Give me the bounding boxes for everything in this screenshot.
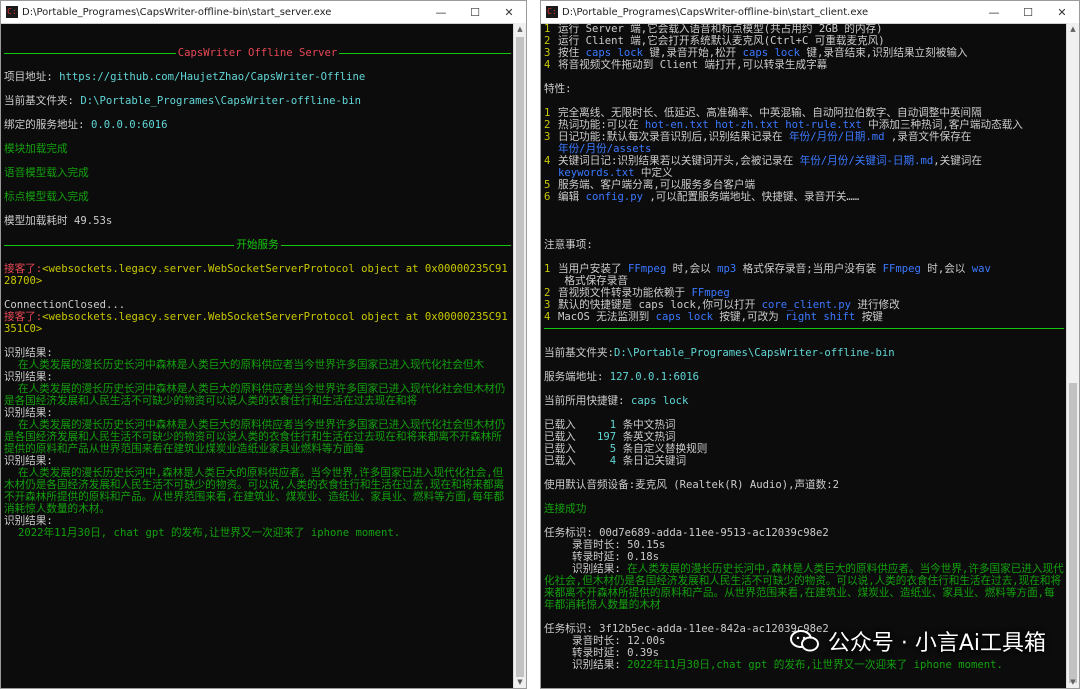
features-heading: 特性: [544,83,572,95]
result-label: 识别结果: [4,515,53,527]
maximize-button[interactable]: ☐ [458,1,492,23]
audio-device-line: 使用默认音频设备:麦克风 (Realtek(R) Audio),声道数:2 [544,479,840,491]
section-divider [544,328,1064,329]
server-banner-text: CapsWriter Offline Server [177,47,338,59]
scroll-thumb[interactable] [516,37,524,677]
hotword-count-line: 已载入 1 条中文热词 [544,419,676,431]
note-item: 3 默认的快捷键是 caps lock,你可以打开 core_client.py … [544,299,900,311]
result-text: 2022年11月30日, chat gpt 的发布,让世界又一次迎来了 ipho… [18,527,401,539]
server-console-output[interactable]: CapsWriter Offline Server 项目地址: https://… [1,23,514,688]
task-id-line: 任务标识: 00d7e689-adda-11ee-9513-ac12039c98… [544,527,829,539]
console-app-icon: C: [6,6,18,18]
speech-model-loaded-line: 语音模型载入完成 [4,167,89,179]
server-address-line: 服务端地址: 127.0.0.1:6016 [544,371,700,383]
maximize-button[interactable]: ☐ [1011,1,1045,23]
usage-step: 1 运行 Server 端,它会载入语音和标点模型(共占用约 2GB 的内存) [544,23,883,35]
close-button[interactable]: ✕ [492,1,526,23]
feature-item-cont: keywords.txt 中定义 [558,167,673,179]
text-cursor[interactable] [544,683,1064,688]
record-duration-line: 录音时长: 50.15s [572,539,666,551]
server-title-bar[interactable]: C: D:\Portable_Programes\CapsWriter-offl… [1,1,526,24]
result-label: 识别结果: [4,455,53,467]
feature-item: 2 热词功能:可以在 hot-en.txt hot-zh.txt hot-rule… [544,119,1023,131]
watermark: 公众号 · 小言Ai工具箱 [789,625,1046,657]
scroll-down-arrow-icon[interactable]: ▼ [1067,676,1079,688]
note-item-cont: 格式保存录音 [558,275,628,287]
scroll-down-arrow-icon[interactable]: ▼ [514,676,526,688]
server-scrollbar[interactable]: ▲ ▼ [513,23,526,688]
minimize-button[interactable]: — [977,1,1011,23]
server-banner: CapsWriter Offline Server [4,47,512,59]
connection-closed-line: ConnectionClosed... [4,299,126,311]
punc-model-loaded-line: 标点模型载入完成 [4,191,89,203]
feature-item-cont: 年份/月份/assets [558,143,652,155]
load-time-line: 模型加载耗时 49.53s [4,215,113,227]
task-result: 识别结果: 2022年11月30日,chat gpt 的发布,让世界又一次迎来了… [572,659,1003,671]
project-address-line: 项目地址: https://github.com/HaujetZhao/Caps… [4,71,366,83]
result-label: 识别结果: [4,347,53,359]
connection-line: 接客了:<websockets.legacy.server.WebSocketS… [4,263,508,287]
hotword-count-line: 已载入 197 条英文热词 [544,431,676,443]
feature-item: 1 完全离线、无限时长、低延迟、高准确率、中英混输、自动阿拉伯数字、自动调整中英间… [544,107,982,119]
result-label: 识别结果: [4,407,53,419]
task-result: 识别结果: 在人类发展的漫长历史长河中,森林是人类巨大的原料供应者。当今世界,许… [544,563,1064,611]
client-cwd-line: 当前基文件夹:D:\Portable_Programes\CapsWriter-… [544,347,895,359]
project-url: https://github.com/HaujetZhao/CapsWriter… [59,71,366,83]
connected-line: 连接成功 [544,503,587,515]
result-text: 在人类发展的漫长历史长河中森林是人类巨大的原料供应者当今世界许多国家已进入现代化… [4,383,506,407]
hotword-count-line: 已载入 5 条自定义替换规则 [544,443,708,455]
feature-item: 5 服务端、客户端分离,可以服务多台客户端 [544,179,756,191]
bind-address-line: 绑定的服务地址: 0.0.0.0:6016 [4,119,168,131]
wechat-icon [789,630,819,652]
result-label: 识别结果: [4,371,53,383]
note-item: 2 音视频文件转录功能依赖于 FFmpeg [544,287,730,299]
client-console-output[interactable]: 1 运行 Server 端,它会载入语音和标点模型(共占用约 2GB 的内存) 2… [541,23,1067,688]
client-title-bar[interactable]: C: D:\Portable_Programes\CapsWriter-offl… [541,1,1079,24]
hotkey-line: 当前所用快捷键: caps lock [544,395,689,407]
usage-step: 4 将音视频文件拖动到 Client 端打开,可以转录生成字幕 [544,59,828,71]
server-cwd-line: 当前基文件夹: D:\Portable_Programes\CapsWriter… [4,95,361,107]
usage-step: 3 按住 caps lock 键,录音开始,松开 caps lock 键,录音结束… [544,47,968,59]
client-scrollbar[interactable]: ▲ ▼ [1066,23,1079,688]
server-console-window[interactable]: C: D:\Portable_Programes\CapsWriter-offl… [0,0,527,689]
result-text: 在人类发展的漫长历史长河中森林是人类巨大的原料供应者当今世界许多国家已进入现代化… [18,359,485,371]
hotword-count-line: 已载入 4 条日记关键词 [544,455,687,467]
feature-item: 6 编辑 config.py ,可以配置服务端地址、快捷键、录音开关…… [544,191,860,203]
start-service-divider: 开始服务 [4,239,511,251]
feature-item: 4 关键词日记:识别结果若以关键词开头,会被记录在 年份/月份/关键词-日期.md… [544,155,989,167]
client-console-window[interactable]: C: D:\Portable_Programes\CapsWriter-offl… [540,0,1080,689]
close-button[interactable]: ✕ [1045,1,1079,23]
scroll-thumb[interactable] [1069,383,1077,683]
scroll-up-arrow-icon[interactable]: ▲ [1067,23,1079,35]
result-text: 在人类发展的漫长历史长河中森林是人类巨大的原料供应者当今世界许多国家已进入现代化… [4,419,506,455]
client-window-title: D:\Portable_Programes\CapsWriter-offline… [562,6,869,18]
feature-item: 3 日记功能:默认每次录音识别后,识别结果记录在 年份/月份/日期.md ,录音文… [544,131,978,143]
transcribe-latency-line: 转录时延: 0.18s [572,551,660,563]
server-window-title: D:\Portable_Programes\CapsWriter-offline… [22,6,332,18]
usage-step: 2 运行 Client 端,它会打开系统默认麦克风(Ctrl+C 可重载麦克风) [544,35,885,47]
connection-line: 接客了:<websockets.legacy.server.WebSocketS… [4,311,508,335]
scroll-up-arrow-icon[interactable]: ▲ [514,23,526,35]
watermark-text: 公众号 · 小言Ai工具箱 [827,631,1046,656]
module-loaded-line: 模块加载完成 [4,143,68,155]
note-item: 4 MacOS 无法监测到 caps lock 按键,可改为 right shif… [544,311,883,323]
notes-heading: 注意事项: [544,239,593,251]
console-app-icon: C: [546,6,558,18]
note-item: 1 当用户安装了 FFmpeg 时,会以 mp3 格式保存录音;当用户没有装 FF… [544,263,991,275]
minimize-button[interactable]: — [424,1,458,23]
result-text: 在人类发展的漫长历史长河中,森林是人类巨大的原料供应者。当今世界,许多国家已进入… [4,467,505,515]
